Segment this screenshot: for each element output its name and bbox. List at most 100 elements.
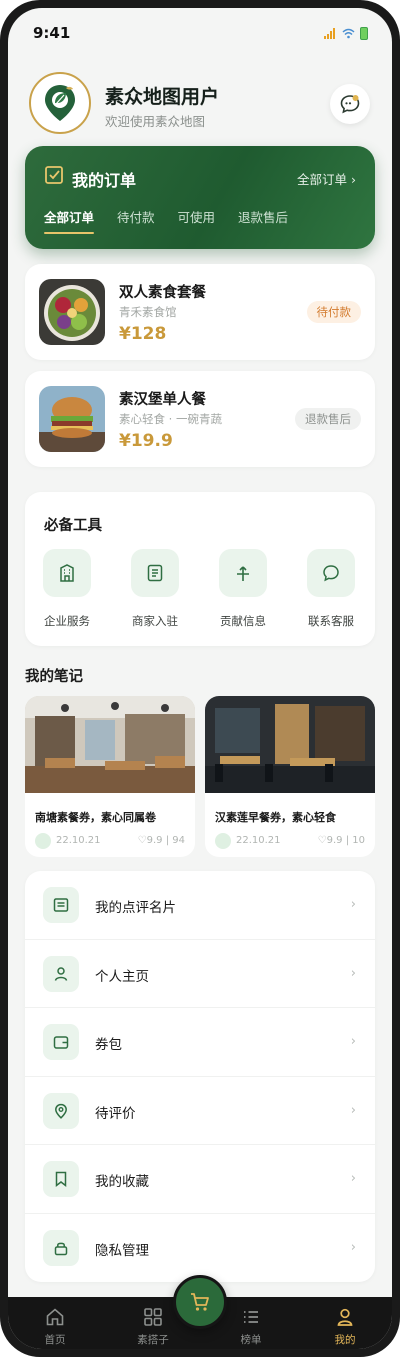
menu-item-coupons[interactable]: 券包 › bbox=[25, 1008, 375, 1077]
status-badge: 待付款 bbox=[306, 301, 361, 323]
status-time: 9:41 bbox=[33, 24, 71, 42]
checklist-icon bbox=[45, 166, 63, 184]
tools-title: 必备工具 bbox=[44, 518, 102, 534]
notes-title: 我的笔记 bbox=[25, 669, 83, 685]
note-date: 22.10.21 bbox=[236, 835, 281, 846]
note-image bbox=[205, 696, 375, 793]
tool-enterprise-service[interactable]: 企业服务 bbox=[35, 549, 99, 629]
person-icon bbox=[337, 1308, 353, 1326]
sprout-icon bbox=[237, 566, 249, 581]
card-icon bbox=[53, 898, 69, 912]
tab-pending-payment[interactable]: 待付款 bbox=[117, 207, 155, 226]
map-pin-leaf-icon bbox=[45, 85, 75, 121]
avatar bbox=[35, 833, 51, 849]
note-likes: ♡9.9 bbox=[317, 835, 343, 846]
menu-label: 隐私管理 bbox=[95, 1242, 149, 1259]
menu-label: 个人主页 bbox=[95, 968, 149, 985]
bookmark-icon bbox=[55, 1171, 67, 1188]
tab-rankings[interactable]: 榜单 bbox=[219, 1297, 283, 1349]
tab-home[interactable]: 首页 bbox=[23, 1297, 87, 1349]
tab-refund[interactable]: 退款售后 bbox=[238, 207, 288, 226]
order-price: ¥128 bbox=[119, 324, 167, 344]
signal-icon bbox=[324, 28, 337, 39]
note-likes: ♡9.9 bbox=[137, 835, 163, 846]
note-image bbox=[25, 696, 195, 793]
wifi-icon bbox=[342, 28, 355, 39]
menu-list: 我的点评名片 › 个人主页 › 券包 › 待评价 › 我的收藏 › 隐私管理 › bbox=[25, 871, 375, 1282]
order-name: 双人素食套餐 bbox=[119, 285, 206, 301]
menu-item-favorites[interactable]: 我的收藏 › bbox=[25, 1145, 375, 1214]
tool-contact-service[interactable]: 联系客服 bbox=[299, 549, 363, 629]
lock-icon bbox=[54, 1242, 68, 1255]
chat-bubble-icon bbox=[340, 95, 360, 114]
cart-icon bbox=[191, 1293, 209, 1311]
avatar[interactable] bbox=[29, 72, 91, 134]
chevron-right-icon: › bbox=[350, 965, 356, 981]
note-count: 94 bbox=[172, 835, 185, 846]
menu-item-review-card[interactable]: 我的点评名片 › bbox=[25, 871, 375, 940]
chevron-right-icon: › bbox=[350, 1102, 356, 1118]
chevron-right-icon: › bbox=[350, 1171, 356, 1186]
note-stats: ♡9.9 | 94 bbox=[137, 835, 185, 846]
tab-usable[interactable]: 可使用 bbox=[178, 207, 216, 226]
orders-title: 我的订单 bbox=[72, 171, 137, 190]
cart-button[interactable] bbox=[173, 1275, 227, 1329]
tool-label: 商家入驻 bbox=[132, 614, 178, 628]
all-orders-link[interactable]: 全部订单 › bbox=[297, 169, 356, 188]
status-badge: 退款售后 bbox=[295, 408, 361, 430]
note-date: 22.10.21 bbox=[56, 835, 101, 846]
menu-label: 我的收藏 bbox=[95, 1174, 149, 1190]
list-icon bbox=[244, 1311, 258, 1323]
phone-frame: 9:41 素众地图用户 欢迎使用素众地图 我的订单 全部订单 › 全部订单 待付… bbox=[0, 0, 400, 1357]
menu-item-profile[interactable]: 个人主页 › bbox=[25, 940, 375, 1008]
tools-card: 必备工具 企业服务 商家入驻 贡献信息 联系客服 bbox=[25, 492, 375, 646]
chevron-right-icon: › bbox=[350, 1034, 356, 1049]
tool-merchant-join[interactable]: 商家入驻 bbox=[123, 549, 187, 629]
tool-contribute-info[interactable]: 贡献信息 bbox=[211, 549, 275, 629]
profile-header: 素众地图用户 欢迎使用素众地图 bbox=[8, 64, 392, 140]
menu-item-privacy[interactable]: 隐私管理 › bbox=[25, 1214, 375, 1283]
order-shop: 青禾素食馆 bbox=[119, 305, 177, 319]
screen: 9:41 素众地图用户 欢迎使用素众地图 我的订单 全部订单 › 全部订单 待付… bbox=[8, 8, 392, 1349]
tool-label: 企业服务 bbox=[44, 614, 90, 628]
order-price: ¥19.9 bbox=[119, 431, 173, 451]
tool-label: 贡献信息 bbox=[220, 614, 266, 628]
menu-label: 待评价 bbox=[95, 1105, 136, 1122]
home-icon bbox=[46, 1308, 64, 1326]
note-stats: ♡9.9 | 10 bbox=[317, 835, 365, 846]
tab-all-orders[interactable]: 全部订单 bbox=[44, 207, 95, 234]
tab-label: 首页 bbox=[44, 1334, 66, 1346]
tab-label: 我的 bbox=[334, 1334, 356, 1346]
user-icon bbox=[54, 966, 68, 981]
orders-card: 我的订单 全部订单 › 全部订单 待付款 可使用 退款售后 bbox=[25, 146, 375, 249]
order-item[interactable]: 素汉堡单人餐 素心轻食 · 一碗青蔬 ¥19.9 退款售后 bbox=[25, 371, 375, 467]
menu-item-pending-review[interactable]: 待评价 › bbox=[25, 1077, 375, 1145]
chevron-right-icon: › bbox=[350, 897, 356, 912]
document-icon bbox=[147, 564, 163, 582]
order-thumbnail bbox=[39, 386, 105, 452]
note-card[interactable]: 汉素莲早餐券，素心轻食 22.10.21 ♡9.9 | 10 bbox=[205, 696, 375, 857]
tool-label: 联系客服 bbox=[308, 614, 354, 628]
location-icon bbox=[55, 1103, 67, 1119]
menu-label: 券包 bbox=[95, 1037, 122, 1053]
tab-label: 榜单 bbox=[240, 1334, 262, 1346]
chat-icon bbox=[323, 565, 339, 582]
user-subtitle: 欢迎使用素众地图 bbox=[105, 114, 206, 129]
tab-mine[interactable]: 我的 bbox=[313, 1297, 377, 1349]
building-icon bbox=[60, 564, 74, 582]
note-card[interactable]: 南塘素餐券，素心同属卷 22.10.21 ♡9.9 | 94 bbox=[25, 696, 195, 857]
avatar bbox=[215, 833, 231, 849]
message-button[interactable] bbox=[330, 84, 370, 124]
note-title: 汉素莲早餐券，素心轻食 bbox=[215, 811, 336, 824]
battery-icon bbox=[360, 27, 368, 40]
status-icons bbox=[324, 27, 368, 40]
tab-label: 素搭子 bbox=[137, 1334, 169, 1346]
menu-label: 我的点评名片 bbox=[95, 900, 176, 916]
order-thumbnail bbox=[39, 279, 105, 345]
order-name: 素汉堡单人餐 bbox=[119, 392, 206, 408]
note-title: 南塘素餐券，素心同属卷 bbox=[35, 811, 156, 824]
order-item[interactable]: 双人素食套餐 青禾素食馆 ¥128 待付款 bbox=[25, 264, 375, 360]
user-name: 素众地图用户 bbox=[105, 86, 220, 108]
status-bar: 9:41 bbox=[8, 8, 392, 54]
order-tabs: 全部订单 待付款 可使用 退款售后 bbox=[44, 207, 288, 234]
